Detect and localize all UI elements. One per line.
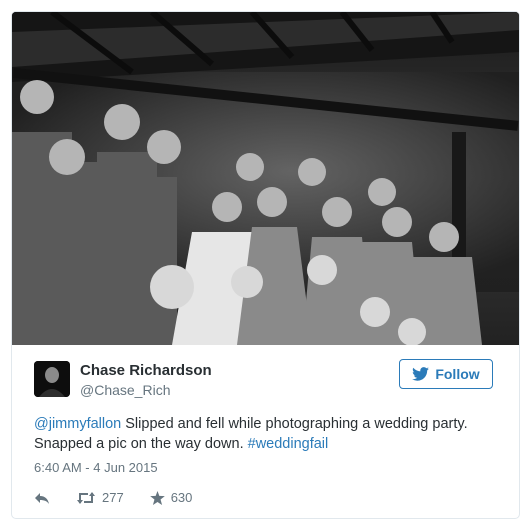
retweet-count: 277 xyxy=(102,490,124,505)
tweet-actions: 277 630 xyxy=(34,490,218,505)
follow-button[interactable]: Follow xyxy=(399,359,493,389)
avatar-image xyxy=(34,361,70,397)
tweet-text: @jimmyfallon Slipped and fell while phot… xyxy=(34,414,494,454)
author-name[interactable]: Chase Richardson xyxy=(80,362,212,379)
author-handle[interactable]: @Chase_Rich xyxy=(80,382,170,398)
favorite-button[interactable]: 630 xyxy=(149,490,193,505)
retweet-icon xyxy=(77,491,95,504)
wedding-photo-image xyxy=(12,12,519,345)
favorite-count: 630 xyxy=(170,490,193,505)
reply-button[interactable] xyxy=(34,491,50,505)
tweet-timestamp[interactable]: 6:40 AM - 4 Jun 2015 xyxy=(34,460,158,475)
hashtag-link[interactable]: #weddingfail xyxy=(248,436,329,452)
wedding-photo[interactable] xyxy=(12,12,519,345)
avatar[interactable] xyxy=(34,361,70,397)
twitter-bird-icon xyxy=(412,367,430,381)
reply-icon xyxy=(35,492,49,504)
follow-label: Follow xyxy=(435,366,480,382)
tweet-card: Chase Richardson @Chase_Rich Follow @jim… xyxy=(11,11,520,519)
retweet-button[interactable]: 277 xyxy=(76,490,124,505)
mention-link[interactable]: @jimmyfallon xyxy=(34,416,121,432)
star-icon xyxy=(149,490,165,505)
